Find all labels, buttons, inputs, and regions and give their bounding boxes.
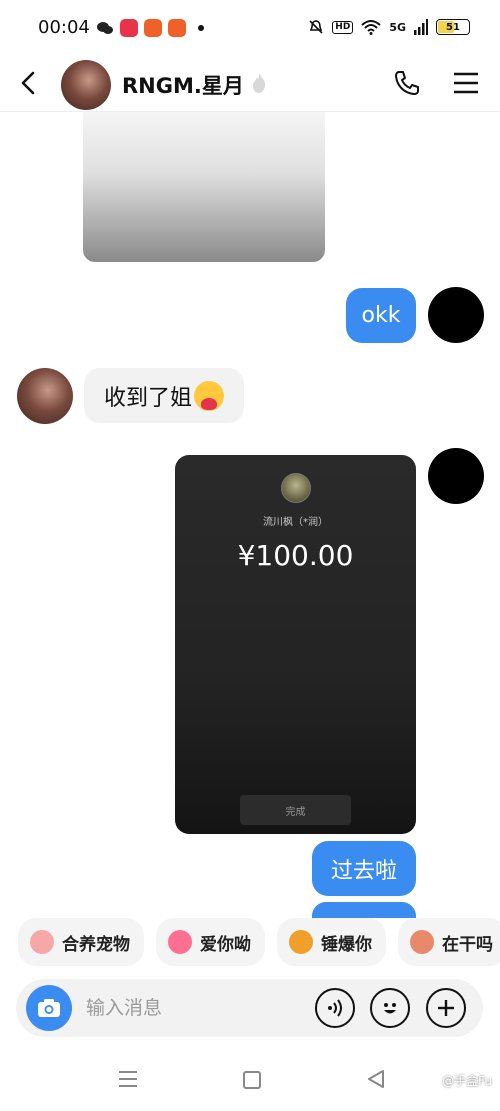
more-notifications-dot <box>198 25 204 31</box>
transfer-amount: ¥100.00 <box>237 539 354 572</box>
done-button: 完成 <box>240 795 351 825</box>
menu-icon[interactable] <box>452 70 480 96</box>
video-app-icon <box>120 19 138 37</box>
contact-name[interactable]: RNGM.星月 <box>122 70 244 100</box>
system-navigation-bar: @手盒Fu <box>0 1050 500 1111</box>
message-bubble-sent[interactable]: 过去啦 <box>312 841 416 896</box>
plus-icon <box>438 1000 454 1016</box>
flame-icon <box>253 73 266 93</box>
camera-button[interactable] <box>26 985 72 1031</box>
quick-action-chip[interactable]: 在干吗 <box>398 918 500 966</box>
chip-label: 合养宠物 <box>62 934 130 955</box>
message-bubble-partial <box>312 902 416 918</box>
hammer-icon <box>289 930 313 954</box>
transfer-receipt-image[interactable]: 流川枫（*润） ¥100.00 完成 <box>175 455 416 834</box>
message-text: 收到了姐 <box>103 385 192 411</box>
smiley-icon <box>384 1003 396 1014</box>
voice-button[interactable] <box>315 988 355 1028</box>
emoji-button[interactable] <box>370 988 410 1028</box>
image-message[interactable] <box>83 112 325 262</box>
chip-label: 爱你呦 <box>200 934 251 955</box>
pet-icon <box>30 930 54 954</box>
phone-call-icon[interactable] <box>392 68 422 98</box>
wifi-icon <box>361 20 381 35</box>
quick-action-chip[interactable]: 锤爆你 <box>277 918 386 966</box>
home-button-icon[interactable] <box>243 1071 261 1089</box>
message-text: okk <box>361 303 401 328</box>
wave-icon <box>410 930 434 954</box>
shopping-app-icon <box>144 19 162 37</box>
payee-name: 流川枫（*润） <box>263 517 328 528</box>
message-text: 过去啦 <box>330 858 397 884</box>
battery-level: 51 <box>446 21 460 33</box>
chip-label: 锤爆你 <box>321 934 372 955</box>
wechat-icon <box>97 22 113 34</box>
message-input-bar <box>16 979 483 1037</box>
quick-action-chip[interactable]: 爱你呦 <box>156 918 265 966</box>
hugging-heart-emoji-icon <box>194 380 224 411</box>
payee-avatar <box>281 473 311 503</box>
quick-actions-bar: 合养宠物 爱你呦 锤爆你 在干吗 <box>18 918 500 966</box>
mute-icon <box>309 20 323 34</box>
chip-label: 在干吗 <box>442 934 493 955</box>
voice-icon <box>328 999 342 1017</box>
network-label: 5G <box>389 20 406 34</box>
status-bar: 00:04 HD 5G 51 <box>0 0 500 58</box>
notification-icons <box>96 19 204 37</box>
message-bubble-received[interactable]: 收到了姐 <box>84 368 244 423</box>
heart-eyes-icon <box>168 930 192 954</box>
battery-icon: 51 <box>436 19 470 35</box>
status-time: 00:04 <box>38 17 90 38</box>
my-avatar[interactable] <box>428 287 484 343</box>
shopping-app-icon <box>168 19 186 37</box>
add-button[interactable] <box>426 988 466 1028</box>
watermark: @手盒Fu <box>442 1074 492 1088</box>
status-right: HD 5G 51 <box>308 19 470 35</box>
quick-action-chip[interactable]: 合养宠物 <box>18 918 144 966</box>
back-arrow-icon[interactable] <box>14 68 44 98</box>
signal-icon <box>414 19 428 35</box>
chat-header: RNGM.星月 <box>0 58 500 112</box>
contact-avatar[interactable] <box>61 60 111 110</box>
camera-icon <box>38 999 60 1017</box>
my-avatar[interactable] <box>428 448 484 504</box>
recent-apps-icon[interactable] <box>118 1070 138 1088</box>
message-bubble-sent[interactable]: okk <box>346 288 416 343</box>
hd-badge: HD <box>332 20 354 34</box>
back-triangle-icon[interactable] <box>367 1069 385 1089</box>
contact-avatar[interactable] <box>17 368 73 424</box>
message-input[interactable] <box>86 993 306 1023</box>
